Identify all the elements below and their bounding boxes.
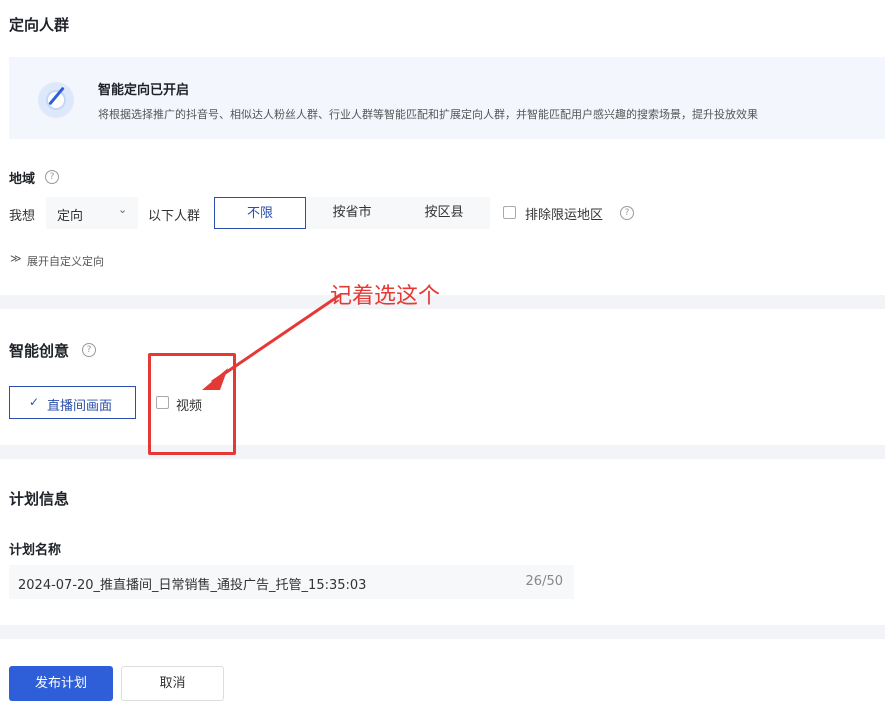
region-mode-select[interactable]: 定向 ⌄ [46, 197, 138, 229]
creative-option-live[interactable]: ✓ 直播间画面 [9, 386, 136, 419]
annotation-arrow [202, 293, 341, 390]
section-divider [0, 625, 885, 639]
smart-targeting-banner [9, 57, 885, 139]
expand-custom-targeting[interactable]: 展开自定义定向 [27, 253, 104, 269]
help-icon[interactable]: ? [620, 206, 634, 220]
exclude-region-checkbox[interactable] [503, 206, 516, 219]
section-divider [0, 295, 885, 309]
targeting-title: 定向人群 [9, 16, 70, 34]
help-icon[interactable]: ? [82, 343, 96, 357]
creative-title: 智能创意 [9, 342, 70, 360]
plan-name-input[interactable]: 2024-07-20_推直播间_日常销售_通投广告_托管_15:35:03 26… [9, 565, 574, 599]
plan-title: 计划信息 [9, 490, 70, 508]
plan-name-value: 2024-07-20_推直播间_日常销售_通投广告_托管_15:35:03 [18, 578, 367, 593]
banner-title: 智能定向已开启 [98, 83, 190, 98]
creative-option-live-label: 直播间画面 [47, 399, 113, 414]
plan-name-counter: 26/50 [525, 574, 563, 589]
region-suffix: 以下人群 [148, 209, 201, 224]
region-option-province[interactable]: 按省市 [306, 197, 398, 229]
region-option-unlimited[interactable]: 不限 [214, 197, 306, 229]
check-icon: ✓ [29, 395, 40, 409]
banner-description: 将根据选择推广的抖音号、相似达人粉丝人群、行业人群等智能匹配和扩展定向人群，并智… [98, 108, 758, 121]
region-label: 地域 [9, 172, 36, 187]
cancel-button[interactable]: 取消 [121, 666, 224, 701]
section-divider [0, 445, 885, 459]
region-prefix: 我想 [9, 209, 36, 224]
expand-icon: ≫ [10, 252, 22, 265]
exclude-region-label: 排除限运地区 [525, 208, 604, 223]
help-icon[interactable]: ? [45, 170, 59, 184]
region-option-district[interactable]: 按区县 [398, 197, 490, 229]
region-mode-value: 定向 [57, 209, 84, 224]
plan-name-label: 计划名称 [9, 543, 62, 558]
chevron-down-icon: ⌄ [118, 203, 128, 216]
publish-button[interactable]: 发布计划 [9, 666, 113, 701]
smart-targeting-icon [38, 82, 74, 118]
